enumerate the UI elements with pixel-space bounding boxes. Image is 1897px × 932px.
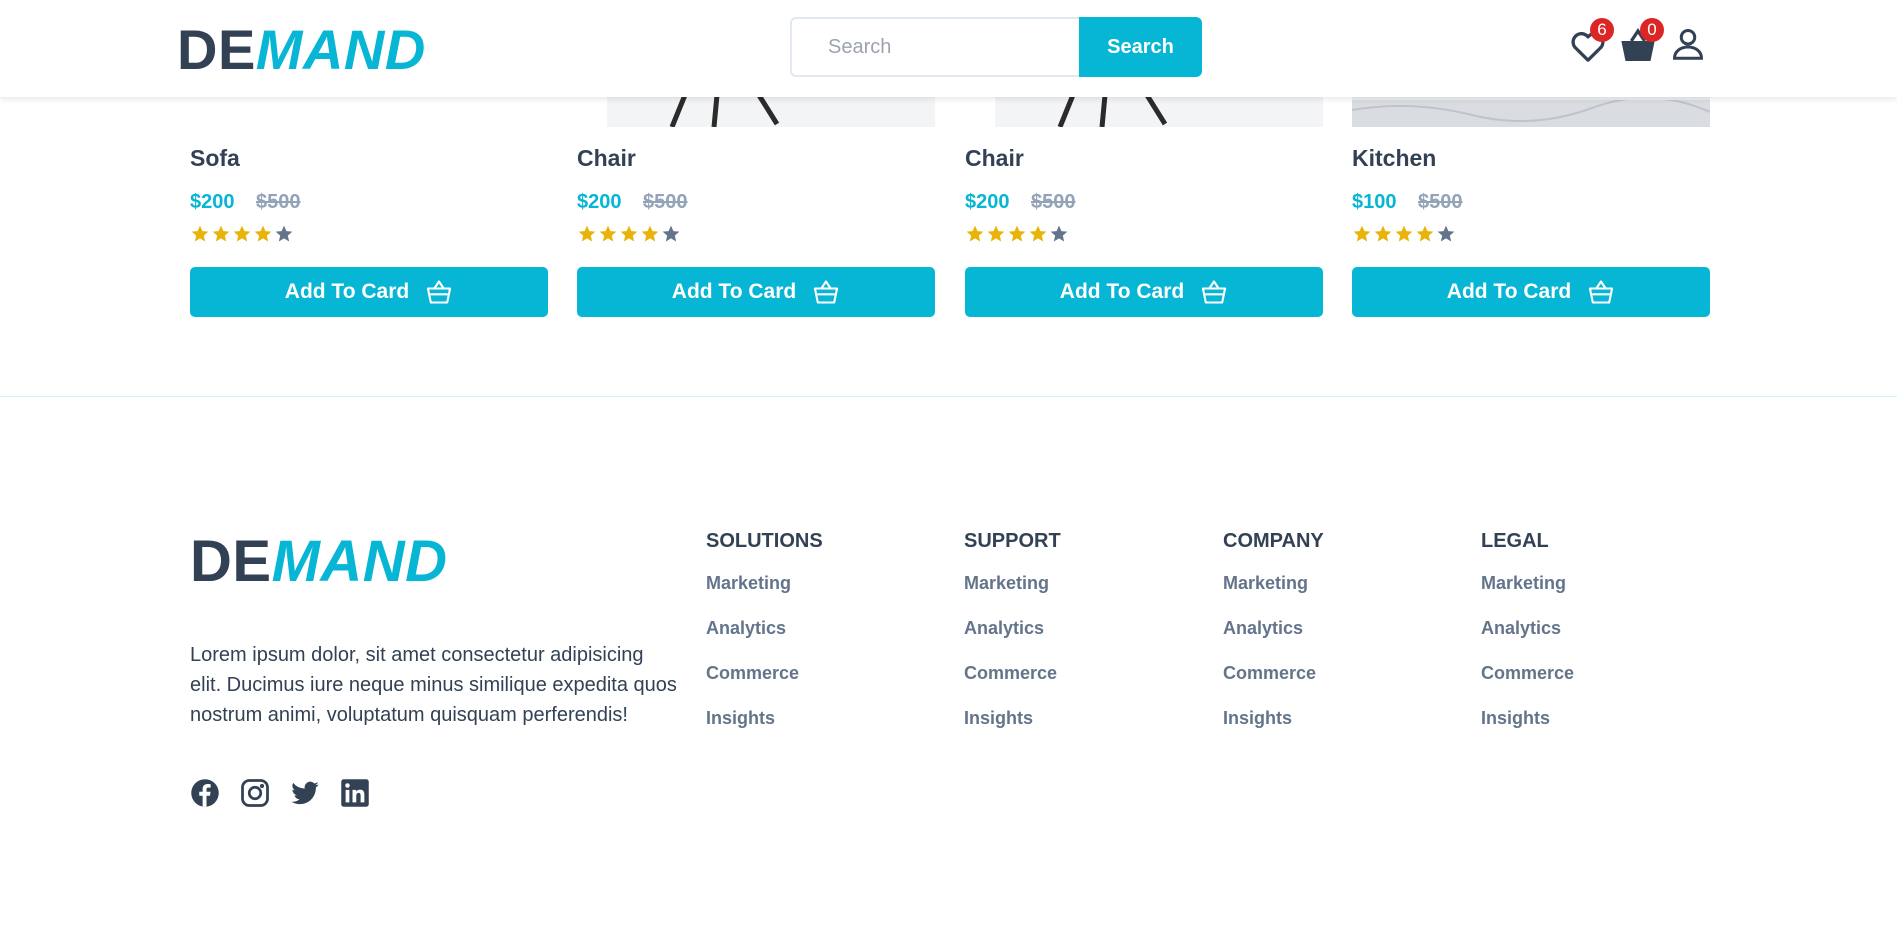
star-filled-icon xyxy=(599,225,617,242)
footer-link[interactable]: Analytics xyxy=(964,616,1061,661)
footer-link[interactable]: Insights xyxy=(964,706,1061,751)
product-title[interactable]: Sofa xyxy=(190,145,240,172)
star-filled-icon xyxy=(641,225,659,242)
add-to-cart-label: Add To Card xyxy=(1059,280,1185,303)
star-filled-icon xyxy=(987,225,1005,242)
user-icon xyxy=(1672,29,1704,60)
footer-link[interactable]: Insights xyxy=(1481,706,1574,751)
footer-link[interactable]: Marketing xyxy=(1481,571,1574,616)
star-empty-icon xyxy=(275,225,293,242)
footer-link[interactable]: Insights xyxy=(706,706,823,751)
wishlist-button[interactable]: 6 xyxy=(1568,18,1614,66)
brand-logo[interactable]: DEMAND xyxy=(177,20,426,80)
star-filled-icon xyxy=(1353,225,1371,242)
add-to-cart-button[interactable]: Add To Card xyxy=(1352,267,1710,317)
product-price: $200 xyxy=(965,191,1010,213)
star-filled-icon xyxy=(620,225,638,242)
star-filled-icon xyxy=(191,225,209,242)
footer-link[interactable]: Marketing xyxy=(1223,571,1324,616)
product-price: $200 xyxy=(190,191,235,213)
cart-button[interactable]: 0 xyxy=(1618,18,1664,66)
add-to-cart-label: Add To Card xyxy=(671,280,797,303)
search-bar: Search xyxy=(790,17,1202,77)
star-empty-icon xyxy=(1050,225,1068,242)
product-rating xyxy=(577,224,681,246)
product-title[interactable]: Chair xyxy=(577,145,636,172)
basket-icon xyxy=(814,280,839,304)
instagram-icon[interactable] xyxy=(240,778,270,808)
star-filled-icon xyxy=(1395,225,1413,242)
star-filled-icon xyxy=(1008,225,1026,242)
basket-icon xyxy=(1202,280,1227,304)
linkedin-icon[interactable] xyxy=(340,778,370,808)
add-to-cart-button[interactable]: Add To Card xyxy=(965,267,1323,317)
add-to-cart-button[interactable]: Add To Card xyxy=(190,267,548,317)
search-button[interactable]: Search xyxy=(1079,17,1202,77)
footer-description: Lorem ipsum dolor, sit amet consectetur … xyxy=(190,644,677,726)
brand-logo-part2: MAND xyxy=(271,529,448,594)
brand-logo-part2: MAND xyxy=(255,18,426,81)
footer-link[interactable]: Commerce xyxy=(964,661,1061,706)
facebook-icon[interactable] xyxy=(190,778,220,808)
footer-column-heading: LEGAL xyxy=(1481,530,1549,552)
footer-link[interactable]: Analytics xyxy=(706,616,823,661)
site-header: DEMAND Search 6 0 xyxy=(0,0,1897,97)
product-rating xyxy=(190,224,294,246)
cart-count-badge: 0 xyxy=(1640,18,1664,42)
basket-icon xyxy=(1589,280,1614,304)
product-old-price: $500 xyxy=(1031,191,1076,213)
star-filled-icon xyxy=(578,225,596,242)
footer-link[interactable]: Analytics xyxy=(1223,616,1324,661)
add-to-cart-label: Add To Card xyxy=(284,280,410,303)
footer-link[interactable]: Commerce xyxy=(1481,661,1574,706)
footer-link[interactable]: Commerce xyxy=(706,661,823,706)
section-divider xyxy=(0,396,1897,397)
product-old-price: $500 xyxy=(643,191,688,213)
footer-link[interactable]: Marketing xyxy=(964,571,1061,616)
social-links xyxy=(190,778,370,808)
product-old-price: $500 xyxy=(1418,191,1463,213)
star-filled-icon xyxy=(1374,225,1392,242)
product-old-price: $500 xyxy=(256,191,301,213)
footer-link[interactable]: Marketing xyxy=(706,571,823,616)
wishlist-count-badge: 6 xyxy=(1590,18,1614,42)
twitter-icon[interactable] xyxy=(290,778,320,808)
star-filled-icon xyxy=(212,225,230,242)
product-title[interactable]: Kitchen xyxy=(1352,145,1436,172)
footer-link[interactable]: Analytics xyxy=(1481,616,1574,661)
star-empty-icon xyxy=(662,225,680,242)
footer-column-heading: SOLUTIONS xyxy=(706,530,823,552)
footer-column-company: COMPANY Marketing Analytics Commerce Ins… xyxy=(1223,530,1324,751)
star-filled-icon xyxy=(233,225,251,242)
footer-link[interactable]: Commerce xyxy=(1223,661,1324,706)
brand-logo-part1: DE xyxy=(177,18,256,81)
star-filled-icon xyxy=(1029,225,1047,242)
footer-column-legal: LEGAL Marketing Analytics Commerce Insig… xyxy=(1481,530,1574,751)
brand-logo-part1: DE xyxy=(190,529,272,594)
product-price: $200 xyxy=(577,191,622,213)
star-filled-icon xyxy=(1416,225,1434,242)
account-button[interactable] xyxy=(1670,26,1706,66)
product-rating xyxy=(965,224,1069,246)
footer-link[interactable]: Insights xyxy=(1223,706,1324,751)
product-price: $100 xyxy=(1352,191,1397,213)
search-input[interactable] xyxy=(790,17,1080,77)
product-title[interactable]: Chair xyxy=(965,145,1024,172)
star-filled-icon xyxy=(254,225,272,242)
basket-icon xyxy=(427,280,452,304)
star-empty-icon xyxy=(1437,225,1455,242)
footer-column-heading: SUPPORT xyxy=(964,530,1061,552)
footer-column-heading: COMPANY xyxy=(1223,530,1324,552)
footer-column-support: SUPPORT Marketing Analytics Commerce Ins… xyxy=(964,530,1061,751)
footer-brand-logo[interactable]: DEMAND xyxy=(190,530,448,594)
add-to-cart-button[interactable]: Add To Card xyxy=(577,267,935,317)
footer-column-solutions: SOLUTIONS Marketing Analytics Commerce I… xyxy=(706,530,823,751)
star-filled-icon xyxy=(966,225,984,242)
product-rating xyxy=(1352,224,1456,246)
add-to-cart-label: Add To Card xyxy=(1446,280,1572,303)
